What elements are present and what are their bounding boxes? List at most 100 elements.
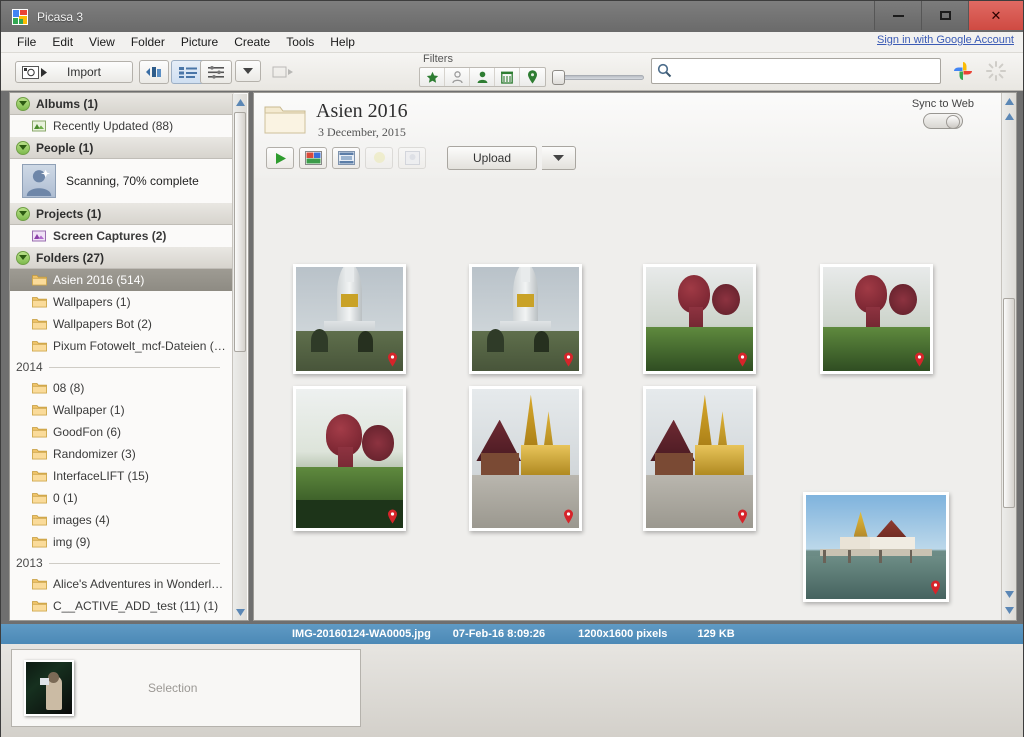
sidebar-item-pixum-fotowelt[interactable]: Pixum Fotowelt_mcf-Dateien (… bbox=[10, 335, 234, 357]
photo-thumb-3[interactable] bbox=[643, 264, 756, 374]
upload-dropdown-button[interactable] bbox=[542, 146, 576, 170]
collage-button[interactable] bbox=[299, 147, 327, 169]
thumbnail-size-button[interactable] bbox=[139, 60, 169, 84]
sidebar-item-wallpapers[interactable]: Wallpapers (1) bbox=[10, 291, 234, 313]
sidebar-item-wallpapers-bot[interactable]: Wallpapers Bot (2) bbox=[10, 313, 234, 335]
sidebar-header-projects[interactable]: Projects (1) bbox=[10, 203, 234, 225]
photo-thumb-8[interactable] bbox=[803, 492, 949, 602]
menu-picture[interactable]: Picture bbox=[173, 33, 226, 51]
main-scrollbar[interactable] bbox=[1001, 93, 1016, 620]
sync-to-web-toggle[interactable] bbox=[923, 113, 963, 129]
geotag-button[interactable] bbox=[365, 147, 393, 169]
sidebar-header-folders[interactable]: Folders (27) bbox=[10, 247, 234, 269]
photo-thumb-6[interactable] bbox=[469, 386, 582, 531]
sync-to-web-control[interactable]: Sync to Web bbox=[912, 98, 974, 129]
play-slideshow-button[interactable] bbox=[266, 147, 294, 169]
photo-thumb-5[interactable] bbox=[293, 386, 406, 531]
search-box[interactable] bbox=[651, 58, 941, 84]
menu-view[interactable]: View bbox=[81, 33, 123, 51]
menu-tools[interactable]: Tools bbox=[278, 33, 322, 51]
upload-button[interactable]: Upload bbox=[447, 146, 537, 170]
sidebar-header-people[interactable]: People (1) bbox=[10, 137, 234, 159]
import-button[interactable]: Import bbox=[15, 61, 133, 83]
photo-thumb-2[interactable] bbox=[469, 264, 582, 374]
menu-folder[interactable]: Folder bbox=[123, 33, 173, 51]
photo-thumb-7[interactable] bbox=[643, 386, 756, 531]
collapse-toggle-icon[interactable] bbox=[16, 141, 30, 155]
photo-thumb-1[interactable] bbox=[293, 264, 406, 374]
sidebar-item-0[interactable]: 0 (1) bbox=[10, 487, 234, 509]
year-divider bbox=[49, 367, 220, 368]
scroll-down-icon[interactable] bbox=[235, 607, 246, 618]
filter-faces-button[interactable] bbox=[470, 68, 495, 86]
collapse-toggle-icon[interactable] bbox=[16, 97, 30, 111]
folder-date: 3 December, 2015 bbox=[318, 125, 406, 140]
search-input[interactable] bbox=[676, 63, 934, 80]
sidebar-item-scanning[interactable]: Scanning, 70% complete bbox=[10, 159, 234, 203]
blog-button[interactable] bbox=[398, 147, 426, 169]
filter-geotagged-button[interactable] bbox=[520, 68, 545, 86]
geotag-pin-icon bbox=[563, 509, 574, 524]
sidebar-item-alice[interactable]: Alice's Adventures in Wonderl… bbox=[10, 573, 234, 595]
sidebar-header-albums[interactable]: Albums (1) bbox=[10, 93, 234, 115]
scroll-down-bottom-icon[interactable] bbox=[1004, 605, 1015, 616]
detail-view-button[interactable] bbox=[200, 60, 232, 84]
photo-image bbox=[472, 389, 579, 528]
status-datetime: 07-Feb-16 8:09:26 bbox=[453, 628, 545, 640]
slideshow-icon bbox=[272, 65, 294, 79]
photo-thumb-4[interactable] bbox=[820, 264, 933, 374]
scroll-up-top-icon[interactable] bbox=[1004, 96, 1015, 107]
sidebar-item-wallpaper[interactable]: Wallpaper (1) bbox=[10, 399, 234, 421]
selected-photo-thumbnail[interactable] bbox=[24, 660, 74, 716]
minimize-button[interactable] bbox=[874, 1, 921, 30]
selection-panel: Selection bbox=[11, 649, 361, 727]
sidebar-item-interfacelift[interactable]: InterfaceLIFT (15) bbox=[10, 465, 234, 487]
scroll-up-icon[interactable] bbox=[1004, 111, 1015, 122]
sign-in-link[interactable]: Sign in with Google Account bbox=[877, 34, 1014, 46]
google-photos-pinwheel-icon[interactable] bbox=[952, 60, 974, 82]
sidebar-item-randomizer[interactable]: Randomizer (3) bbox=[10, 443, 234, 465]
menu-help[interactable]: Help bbox=[322, 33, 363, 51]
sidebar-scroll-thumb[interactable] bbox=[234, 112, 246, 352]
geotag-pin-icon bbox=[930, 580, 941, 595]
menu-create[interactable]: Create bbox=[226, 33, 278, 51]
upload-box-icon bbox=[501, 71, 513, 84]
maximize-button[interactable] bbox=[921, 1, 968, 30]
close-button[interactable]: ✕ bbox=[968, 1, 1023, 30]
menu-file[interactable]: File bbox=[9, 33, 44, 51]
view-options-dropdown[interactable] bbox=[235, 60, 261, 82]
filter-date-slider-track[interactable] bbox=[556, 75, 644, 80]
sidebar-item-asien-2016[interactable]: Asien 2016 (514) bbox=[10, 269, 234, 291]
person-avatar-icon bbox=[22, 164, 56, 198]
scroll-up-icon[interactable] bbox=[235, 97, 246, 108]
sidebar-scrollbar[interactable] bbox=[232, 94, 247, 621]
sidebar-item-images[interactable]: images (4) bbox=[10, 509, 234, 531]
folder-icon bbox=[32, 404, 47, 416]
folder-header: Asien 2016 3 December, 2015 bbox=[254, 93, 1016, 178]
sidebar-item-screen-captures[interactable]: Screen Captures (2) bbox=[10, 225, 234, 247]
folder-icon bbox=[32, 536, 47, 548]
filter-faces-outline-button[interactable] bbox=[445, 68, 470, 86]
collapse-toggle-icon[interactable] bbox=[16, 251, 30, 265]
menu-edit[interactable]: Edit bbox=[44, 33, 81, 51]
filter-starred-button[interactable] bbox=[420, 68, 445, 86]
sidebar-item-recently-updated[interactable]: Recently Updated (88) bbox=[10, 115, 234, 137]
sidebar-item-c-active-add-test[interactable]: C__ACTIVE_ADD_test (11) (1) bbox=[10, 595, 234, 617]
sidebar-item-the-art-of-war[interactable]: The Art of War (40) (1) bbox=[10, 617, 234, 621]
scroll-down-icon[interactable] bbox=[1004, 589, 1015, 600]
sidebar-item-img[interactable]: img (9) bbox=[10, 531, 234, 553]
sidebar-item-wallpaper-label: Wallpaper (1) bbox=[53, 403, 125, 417]
photo-image bbox=[806, 495, 946, 599]
filter-date-slider-knob[interactable] bbox=[552, 70, 565, 85]
photo-grid bbox=[254, 179, 1003, 621]
sidebar-item-goodfon[interactable]: GoodFon (6) bbox=[10, 421, 234, 443]
sidebar-item-img-label: img (9) bbox=[53, 535, 90, 549]
filter-uploaded-button[interactable] bbox=[495, 68, 520, 86]
folder-icon bbox=[32, 514, 47, 526]
sidebar-year-2013: 2013 bbox=[10, 553, 234, 573]
slideshow-button[interactable] bbox=[269, 61, 297, 82]
collapse-toggle-icon[interactable] bbox=[16, 207, 30, 221]
movie-button[interactable] bbox=[332, 147, 360, 169]
main-scroll-thumb[interactable] bbox=[1003, 298, 1015, 508]
sidebar-item-08[interactable]: 08 (8) bbox=[10, 377, 234, 399]
